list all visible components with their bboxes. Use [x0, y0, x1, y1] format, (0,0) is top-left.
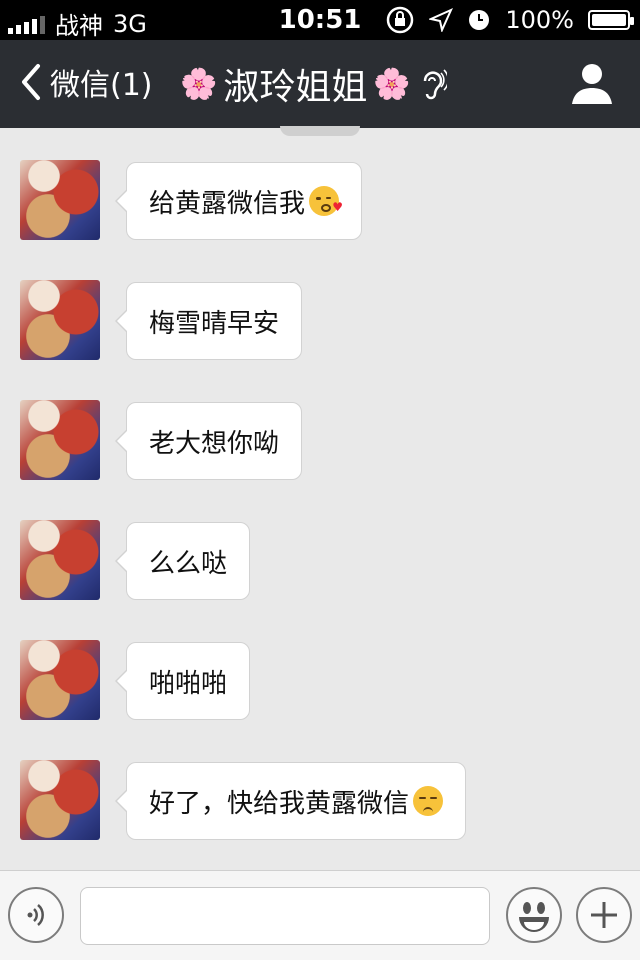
- message-text: 好了，快给我黄露微信: [149, 788, 410, 819]
- back-button[interactable]: 微信(1): [18, 60, 153, 104]
- contact-avatar[interactable]: [20, 280, 100, 360]
- message-row: 好了，快给我黄露微信: [0, 740, 640, 840]
- location-icon: [429, 8, 454, 32]
- emoji-button[interactable]: [506, 887, 562, 943]
- smiley-icon: [519, 902, 549, 932]
- person-icon: [572, 64, 612, 104]
- message-text: 给黄露微信我: [149, 188, 306, 219]
- message-row: 老大想你呦: [0, 380, 640, 480]
- contact-avatar[interactable]: [20, 760, 100, 840]
- message-bubble[interactable]: 给黄露微信我 ♥: [114, 162, 363, 240]
- message-text: 么么哒: [149, 548, 228, 579]
- battery-fill: [592, 14, 626, 26]
- voice-input-button[interactable]: [8, 887, 64, 943]
- message-bubble[interactable]: 么么哒: [114, 522, 251, 600]
- contact-avatar[interactable]: [20, 640, 100, 720]
- message-text: 啪啪啪: [149, 668, 228, 699]
- message-row: 梅雪晴早安: [0, 260, 640, 360]
- message-bubble[interactable]: 梅雪晴早安: [114, 282, 303, 360]
- alarm-icon: [469, 10, 490, 30]
- battery-icon: [588, 10, 634, 30]
- contact-avatar[interactable]: [20, 160, 100, 240]
- flower-decoration-left: 🌸: [180, 66, 218, 102]
- back-label: 微信(1): [50, 68, 153, 103]
- message-row: 给黄露微信我 ♥: [0, 140, 640, 240]
- contact-avatar[interactable]: [20, 520, 100, 600]
- message-row: 啪啪啪: [0, 620, 640, 720]
- voice-icon: [27, 904, 44, 926]
- kissing-face-icon: ♥: [309, 186, 343, 216]
- contact-avatar[interactable]: [20, 400, 100, 480]
- input-toolbar: [0, 870, 640, 960]
- rotation-lock-icon: [387, 6, 414, 34]
- status-right: 100%: [385, 5, 634, 35]
- plus-icon: [591, 902, 617, 928]
- navigation-bar: 微信(1) 🌸 淑玲姐姐 🌸: [0, 40, 640, 128]
- pull-down-tab[interactable]: [280, 126, 360, 136]
- message-input[interactable]: [80, 887, 490, 945]
- status-bar: 战神 3G 10:51 100%: [0, 0, 640, 40]
- message-row: 么么哒: [0, 500, 640, 600]
- message-bubble[interactable]: 老大想你呦: [114, 402, 303, 480]
- chat-title: 🌸 淑玲姐姐 🌸: [180, 58, 447, 110]
- earpiece-mode-icon: [423, 69, 447, 100]
- contact-profile-button[interactable]: [570, 62, 614, 106]
- battery-percent: 100%: [505, 6, 574, 34]
- message-text: 梅雪晴早安: [149, 308, 280, 339]
- unamused-face-icon: [413, 786, 444, 816]
- flower-decoration-right: 🌸: [373, 66, 411, 102]
- chevron-left-icon: [22, 64, 40, 100]
- contact-name: 淑玲姐姐: [223, 67, 368, 108]
- more-options-button[interactable]: [576, 887, 632, 943]
- message-bubble[interactable]: 啪啪啪: [114, 642, 251, 720]
- message-text: 老大想你呦: [149, 428, 280, 459]
- message-bubble[interactable]: 好了，快给我黄露微信: [114, 762, 467, 840]
